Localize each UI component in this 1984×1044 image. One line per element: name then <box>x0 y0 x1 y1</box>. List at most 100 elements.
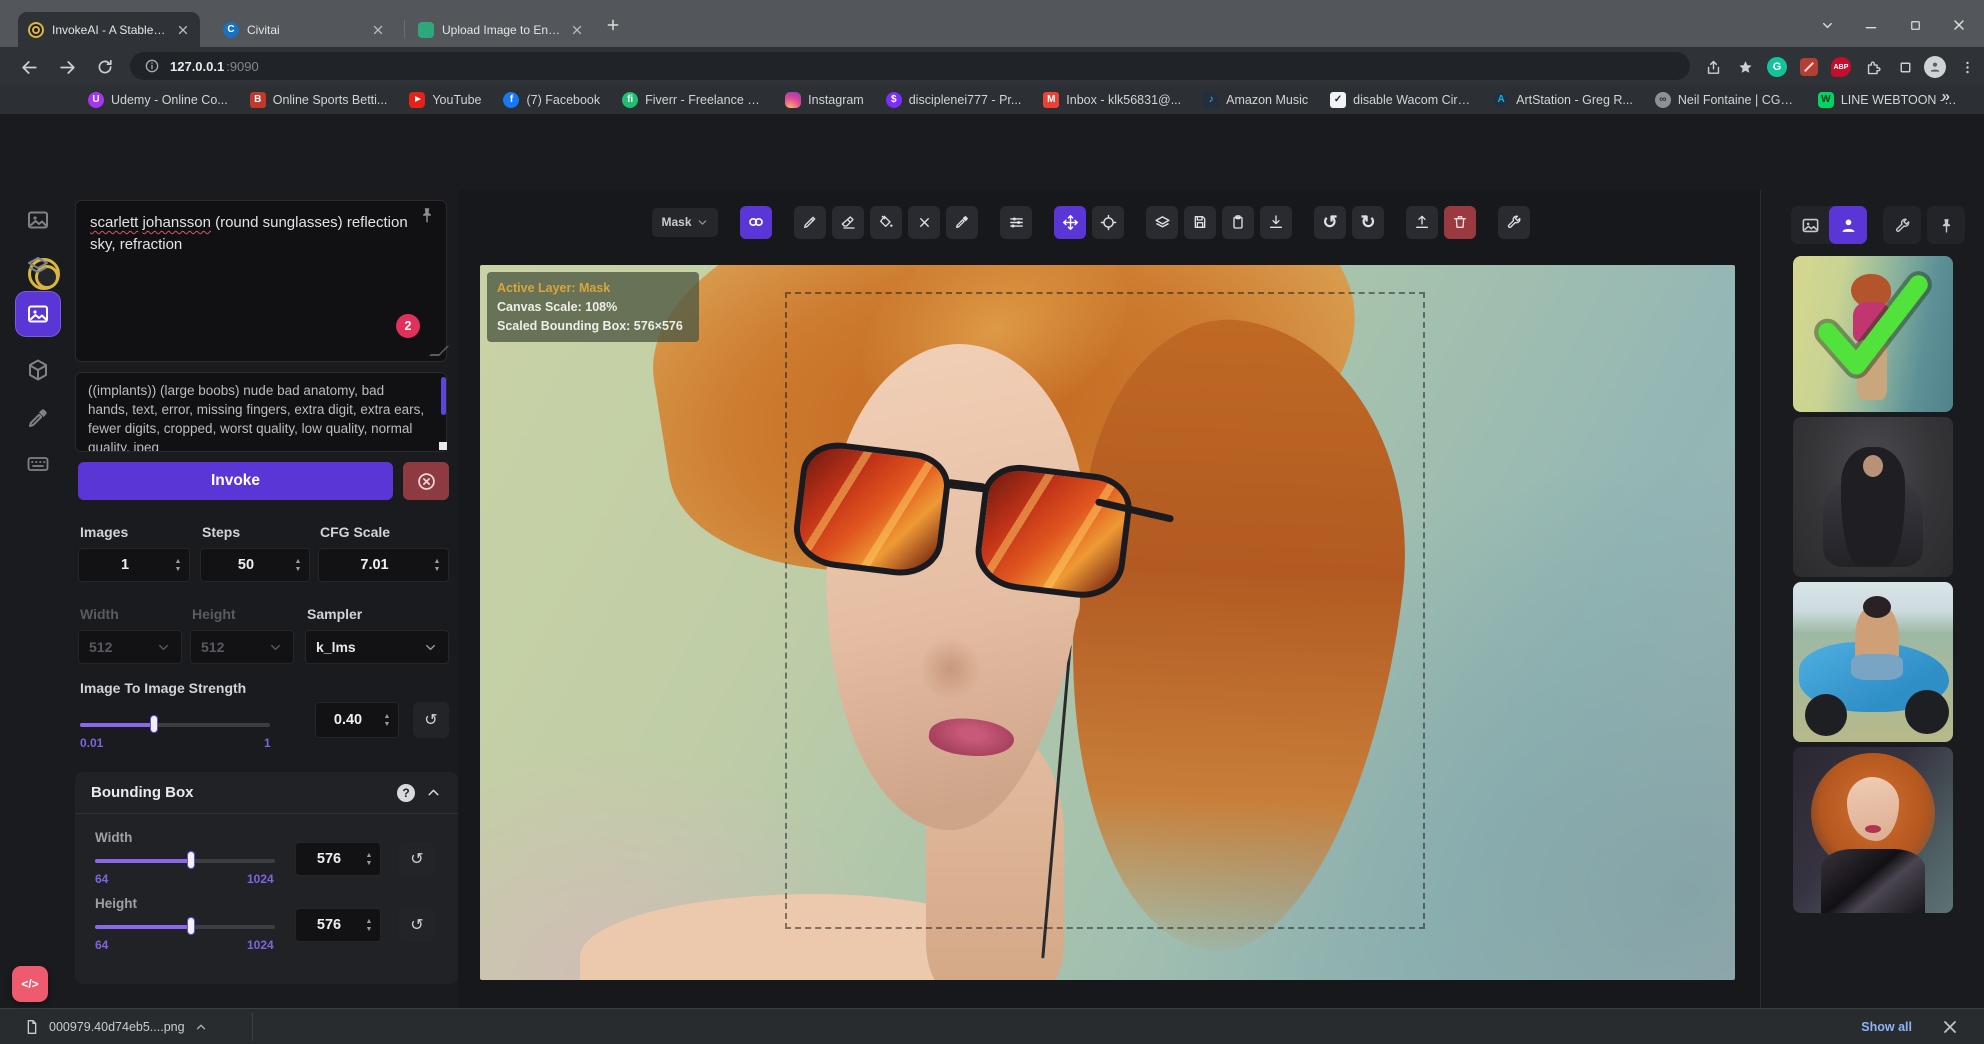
invoke-button[interactable]: Invoke <box>78 462 393 500</box>
bookmark-item[interactable]: ∞Neil Fontaine | CGS... <box>1655 92 1796 108</box>
negative-prompt-scrollbar[interactable] <box>441 377 446 415</box>
stepper-down-icon[interactable] <box>175 566 182 573</box>
canvas-settings-button[interactable] <box>1498 206 1530 239</box>
stepper-down-icon[interactable] <box>366 860 373 867</box>
tab-close-icon[interactable] <box>176 23 190 37</box>
download-item[interactable]: 000979.40d74eb5....png <box>14 1013 218 1041</box>
back-button[interactable] <box>16 54 42 80</box>
bookmark-item[interactable]: WLINE WEBTOON - G... <box>1818 92 1959 108</box>
tab-unified-canvas[interactable] <box>16 292 60 336</box>
cfg-stepper[interactable] <box>430 558 448 573</box>
bbox-width-input[interactable]: 576 <box>295 842 381 876</box>
bookmark-item[interactable]: MInbox - klk56831@... <box>1043 92 1181 108</box>
stepper-down-icon[interactable] <box>434 566 441 573</box>
images-input[interactable]: 1 <box>78 548 190 582</box>
undo-button[interactable] <box>1314 206 1346 239</box>
bbox-height-stepper[interactable] <box>362 918 380 933</box>
cancel-button[interactable] <box>403 462 449 500</box>
stepper-down-icon[interactable] <box>366 926 373 933</box>
bookmarks-overflow-button[interactable]: » <box>1942 88 1950 105</box>
tab-close-icon[interactable] <box>371 23 385 37</box>
steps-input[interactable]: 50 <box>200 548 310 582</box>
sampler-select[interactable]: k_lms <box>305 630 449 664</box>
steps-stepper[interactable] <box>291 558 309 573</box>
chevron-up-icon[interactable] <box>194 1020 208 1034</box>
bookmark-item[interactable]: ♪Amazon Music <box>1203 92 1308 108</box>
gallery-thumbnail[interactable] <box>1793 747 1953 913</box>
gallery-pin-button[interactable] <box>1927 206 1965 244</box>
brush-tool-button[interactable] <box>794 206 826 239</box>
search-tabs-button[interactable] <box>1812 14 1842 36</box>
bookmark-item[interactable]: ✓disable Wacom Circ... <box>1330 92 1471 108</box>
browser-tab-civitai[interactable]: C Civitai <box>213 12 395 47</box>
site-info-icon[interactable] <box>144 58 160 74</box>
slider-handle[interactable] <box>151 716 157 732</box>
prompt-input[interactable]: scarlett johansson (round sunglasses) re… <box>75 200 447 362</box>
adblock-extension-button[interactable]: ABP <box>1828 54 1854 80</box>
tab-text-to-image[interactable] <box>16 198 60 242</box>
new-tab-button[interactable] <box>600 14 626 36</box>
bbox-height-reset-button[interactable] <box>399 908 435 942</box>
forward-button[interactable] <box>54 54 80 80</box>
share-button[interactable] <box>1700 54 1726 80</box>
browser-menu-button[interactable] <box>1954 54 1980 80</box>
stepper-up-icon[interactable] <box>366 852 373 859</box>
merge-visible-button[interactable] <box>1146 206 1178 239</box>
strength-reset-button[interactable] <box>413 702 449 738</box>
collapse-chevron-icon[interactable] <box>425 784 442 801</box>
bookmark-item[interactable]: fiFiverr - Freelance S... <box>622 92 763 108</box>
pin-icon[interactable] <box>418 206 436 224</box>
negative-prompt-resize-handle[interactable] <box>439 442 447 450</box>
stepper-down-icon[interactable] <box>295 566 302 573</box>
bookmark-item[interactable]: AArtStation - Greg R... <box>1493 92 1633 108</box>
tab-image-to-image[interactable] <box>16 244 60 288</box>
height-select[interactable]: 512 <box>190 630 294 664</box>
minimize-window-button[interactable] <box>1856 14 1886 36</box>
layer-select[interactable]: Mask <box>652 208 718 237</box>
canvas-bounding-box[interactable] <box>785 292 1425 929</box>
reset-view-button[interactable] <box>1092 206 1124 239</box>
show-all-downloads-link[interactable]: Show all <box>1861 1020 1912 1034</box>
negative-prompt-input[interactable]: ((implants)) (large boobs) nude bad anat… <box>75 372 447 452</box>
bbox-height-slider[interactable] <box>95 918 275 934</box>
tab-post-processing[interactable] <box>16 396 60 440</box>
bookmark-item[interactable]: Instagram <box>785 92 864 108</box>
bounding-box-header[interactable]: Bounding Box <box>75 772 458 814</box>
restore-window-button[interactable] <box>1900 14 1930 36</box>
bbox-width-reset-button[interactable] <box>399 842 435 876</box>
stepper-up-icon[interactable] <box>175 558 182 565</box>
strength-slider[interactable] <box>80 716 270 732</box>
gallery-thumbnail[interactable] <box>1793 417 1953 577</box>
side-panel-button[interactable] <box>1892 54 1918 80</box>
address-bar[interactable]: 127.0.0.1 :9090 <box>130 52 1690 80</box>
stepper-down-icon[interactable] <box>384 721 391 728</box>
upload-image-button[interactable] <box>1406 206 1438 239</box>
stepper-up-icon[interactable] <box>434 558 441 565</box>
width-select[interactable]: 512 <box>78 630 182 664</box>
unified-canvas[interactable]: Active Layer: Mask Canvas Scale: 108% Sc… <box>480 265 1735 980</box>
strength-input[interactable]: 0.40 <box>315 702 399 738</box>
close-window-button[interactable] <box>1944 14 1974 36</box>
color-picker-button[interactable] <box>946 206 978 239</box>
clear-canvas-button[interactable] <box>1444 206 1476 239</box>
cfg-scale-input[interactable]: 7.01 <box>318 548 449 582</box>
help-icon[interactable] <box>397 784 415 802</box>
profile-button[interactable] <box>1922 54 1948 80</box>
erase-bounding-box-button[interactable] <box>908 206 940 239</box>
extensions-button[interactable] <box>1860 54 1886 80</box>
bbox-width-slider[interactable] <box>95 852 275 868</box>
mask-options-button[interactable] <box>740 206 772 239</box>
brush-options-button[interactable] <box>1000 206 1032 239</box>
bookmark-item[interactable]: UUdemy - Online Co... <box>88 92 228 108</box>
close-downloads-icon[interactable] <box>1940 1017 1960 1037</box>
stepper-up-icon[interactable] <box>366 918 373 925</box>
gallery-user-button[interactable] <box>1829 206 1867 244</box>
tab-close-icon[interactable] <box>570 23 584 37</box>
tab-nodes[interactable] <box>16 348 60 392</box>
grammarly-extension-button[interactable]: G <box>1764 54 1790 80</box>
browser-tab-invokeai[interactable]: InvokeAI - A Stable Diffusion Too <box>18 12 200 47</box>
console-toggle-button[interactable] <box>12 966 48 1002</box>
browser-tab-upscale[interactable]: Upload Image to Enlarge & Enla <box>408 12 594 47</box>
eraser-tool-button[interactable] <box>832 206 864 239</box>
redo-button[interactable] <box>1352 206 1384 239</box>
